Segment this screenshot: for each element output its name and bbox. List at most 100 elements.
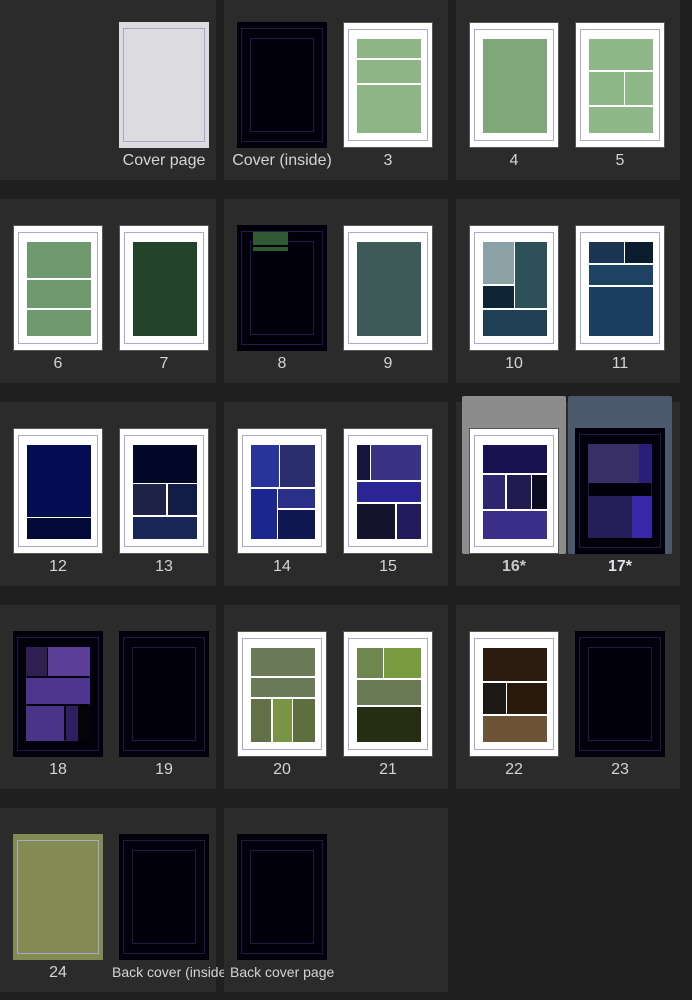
page-spread: 18 19 bbox=[0, 605, 216, 789]
page-thumbnail[interactable] bbox=[13, 225, 103, 351]
comic-panel bbox=[357, 242, 421, 336]
page-item[interactable]: 16* bbox=[462, 396, 566, 575]
comic-panel bbox=[483, 475, 506, 509]
page-item[interactable]: Back cover page bbox=[230, 802, 334, 980]
page-thumbnail[interactable] bbox=[119, 834, 209, 960]
comic-panel bbox=[251, 445, 280, 488]
comic-panel bbox=[133, 517, 197, 539]
page-thumbnail[interactable] bbox=[119, 225, 209, 351]
page-item[interactable]: 9 bbox=[336, 193, 440, 372]
comic-panel bbox=[483, 510, 547, 539]
page-item[interactable]: 4 bbox=[462, 0, 566, 169]
page-thumbnail[interactable] bbox=[119, 631, 209, 757]
comic-panel bbox=[251, 698, 272, 742]
page-spread: 20 21 bbox=[224, 605, 448, 789]
comic-panel bbox=[357, 445, 370, 480]
page-item[interactable]: 24 bbox=[6, 802, 110, 981]
page-item[interactable]: 21 bbox=[336, 599, 440, 778]
page-item[interactable]: 3 bbox=[336, 0, 440, 169]
page-label: 19 bbox=[155, 761, 173, 778]
page-label: 20 bbox=[273, 761, 291, 778]
page-thumbnail[interactable] bbox=[469, 631, 559, 757]
page-item[interactable]: 11 bbox=[568, 193, 672, 372]
page-item[interactable]: Back cover (inside) bbox=[112, 802, 231, 980]
page-thumbnail[interactable] bbox=[343, 22, 433, 148]
comic-panel bbox=[357, 481, 421, 503]
page-thumbnail[interactable] bbox=[13, 631, 103, 757]
page-thumbnail[interactable] bbox=[575, 631, 665, 757]
page-item[interactable]: 6 bbox=[6, 193, 110, 372]
comic-panel bbox=[589, 106, 653, 133]
page-item[interactable]: 5 bbox=[568, 0, 672, 169]
page-thumbnail[interactable] bbox=[575, 428, 665, 554]
page-thumbnail[interactable] bbox=[237, 22, 327, 148]
page-art bbox=[588, 647, 652, 741]
comic-panel bbox=[589, 264, 653, 286]
page-item[interactable]: 22 bbox=[462, 599, 566, 778]
page-art bbox=[357, 242, 421, 336]
page-item[interactable]: 8 bbox=[230, 193, 334, 372]
comic-panel bbox=[589, 242, 625, 263]
comic-panel bbox=[515, 242, 547, 308]
page-spread: Cover page bbox=[0, 0, 216, 180]
page-thumbnail[interactable] bbox=[13, 834, 103, 960]
page-spread: 24 Back cover (inside) bbox=[0, 808, 231, 992]
page-label: Back cover (inside) bbox=[112, 964, 232, 980]
page-item[interactable]: 10 bbox=[462, 193, 566, 372]
comic-panel bbox=[483, 682, 507, 714]
page-thumbnail[interactable] bbox=[343, 225, 433, 351]
page-thumbnail[interactable] bbox=[237, 428, 327, 554]
page-item[interactable]: 23 bbox=[568, 599, 672, 778]
page-item[interactable]: 14 bbox=[230, 396, 334, 575]
page-label: 7 bbox=[159, 355, 169, 372]
comic-panel bbox=[588, 444, 640, 484]
page-item[interactable]: 19 bbox=[112, 599, 216, 778]
page-thumbnail[interactable] bbox=[469, 22, 559, 148]
page-label: 15 bbox=[379, 558, 397, 575]
page-thumbnail[interactable] bbox=[237, 225, 327, 351]
page-thumbnail[interactable] bbox=[343, 631, 433, 757]
page-item[interactable]: 17* bbox=[568, 396, 672, 575]
page-art bbox=[27, 445, 91, 539]
page-spread: 14 15 bbox=[224, 402, 448, 586]
page-thumbnail[interactable] bbox=[575, 22, 665, 148]
page-thumbnail[interactable] bbox=[13, 428, 103, 554]
page-art bbox=[589, 39, 653, 133]
page-item[interactable]: Cover (inside) bbox=[230, 0, 334, 169]
page-thumbnail[interactable] bbox=[469, 225, 559, 351]
comic-panel bbox=[27, 309, 91, 336]
page-item[interactable]: 13 bbox=[112, 396, 216, 575]
page-thumbnail[interactable] bbox=[119, 22, 209, 148]
comic-panel bbox=[65, 706, 79, 741]
page-art bbox=[133, 242, 197, 336]
comic-panel bbox=[78, 706, 90, 741]
page-label: 13 bbox=[155, 558, 173, 575]
comic-panel bbox=[371, 445, 421, 480]
page-item[interactable]: 18 bbox=[6, 599, 110, 778]
page-thumbnail[interactable] bbox=[237, 631, 327, 757]
comic-panel bbox=[506, 475, 531, 509]
page-spread: 67 bbox=[0, 199, 216, 383]
comic-panel bbox=[26, 706, 65, 741]
page-item[interactable]: 7 bbox=[112, 193, 216, 372]
page-item[interactable]: 20 bbox=[230, 599, 334, 778]
comic-panel bbox=[251, 678, 315, 697]
page-art bbox=[26, 647, 90, 741]
page-spread: 45 bbox=[456, 0, 680, 180]
page-item[interactable]: Cover page bbox=[112, 0, 216, 169]
comic-panel bbox=[293, 698, 315, 742]
page-thumbnail[interactable] bbox=[237, 834, 327, 960]
comic-panel bbox=[483, 309, 547, 336]
page-label: 10 bbox=[505, 355, 523, 372]
comic-panel bbox=[251, 648, 315, 677]
page-label: 3 bbox=[383, 152, 393, 169]
page-item[interactable]: 15 bbox=[336, 396, 440, 575]
page-thumbnail[interactable] bbox=[469, 428, 559, 554]
page-thumbnail[interactable] bbox=[119, 428, 209, 554]
page-thumbnail[interactable] bbox=[575, 225, 665, 351]
comic-panel bbox=[27, 242, 91, 278]
comic-panel bbox=[357, 679, 421, 706]
page-item[interactable]: 12 bbox=[6, 396, 110, 575]
page-thumbnail[interactable] bbox=[343, 428, 433, 554]
page-label: 11 bbox=[611, 355, 629, 372]
